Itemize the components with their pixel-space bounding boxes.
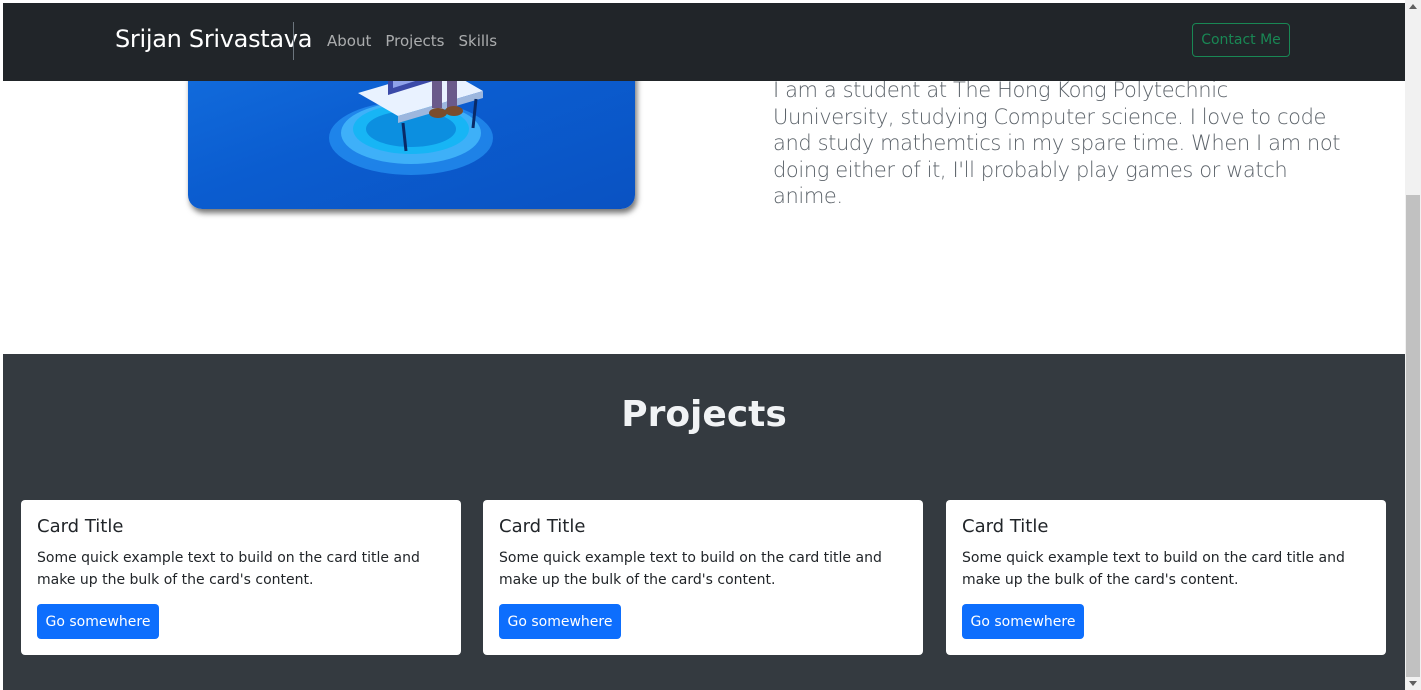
top-navbar: Srijan Srivastava About Projects Skills … <box>3 3 1405 81</box>
page-viewport: I am a student at The Hong Kong Polytech… <box>3 3 1405 690</box>
scroll-up-icon[interactable] <box>1409 4 1417 9</box>
go-somewhere-button[interactable]: Go somewhere <box>962 604 1084 639</box>
card-title: Card Title <box>37 516 124 537</box>
brand-divider <box>293 22 294 60</box>
contact-me-button[interactable]: Contact Me <box>1192 23 1290 57</box>
projects-heading: Projects <box>621 394 787 435</box>
project-card-3: Card Title Some quick example text to bu… <box>946 500 1386 655</box>
brand-name[interactable]: Srijan Srivastava <box>115 25 312 53</box>
nav-link-skills[interactable]: Skills <box>459 32 498 50</box>
card-text: Some quick example text to build on the … <box>962 550 1345 588</box>
project-card-1: Card Title Some quick example text to bu… <box>21 500 461 655</box>
scroll-down-icon[interactable] <box>1409 681 1417 686</box>
scroll-thumb[interactable] <box>1406 195 1420 677</box>
card-text: Some quick example text to build on the … <box>37 550 420 588</box>
nav-link-projects[interactable]: Projects <box>385 32 444 50</box>
go-somewhere-button[interactable]: Go somewhere <box>499 604 621 639</box>
nav-links: About Projects Skills <box>327 32 497 50</box>
about-text: I am a student at The Hong Kong Polytech… <box>773 78 1341 208</box>
go-somewhere-button[interactable]: Go somewhere <box>37 604 159 639</box>
vertical-scrollbar[interactable] <box>1405 0 1421 690</box>
project-card-2: Card Title Some quick example text to bu… <box>483 500 923 655</box>
card-text: Some quick example text to build on the … <box>499 550 882 588</box>
card-title: Card Title <box>962 516 1049 537</box>
projects-section: Projects Card Title Some quick example t… <box>3 354 1405 690</box>
card-title: Card Title <box>499 516 586 537</box>
nav-link-about[interactable]: About <box>327 32 371 50</box>
